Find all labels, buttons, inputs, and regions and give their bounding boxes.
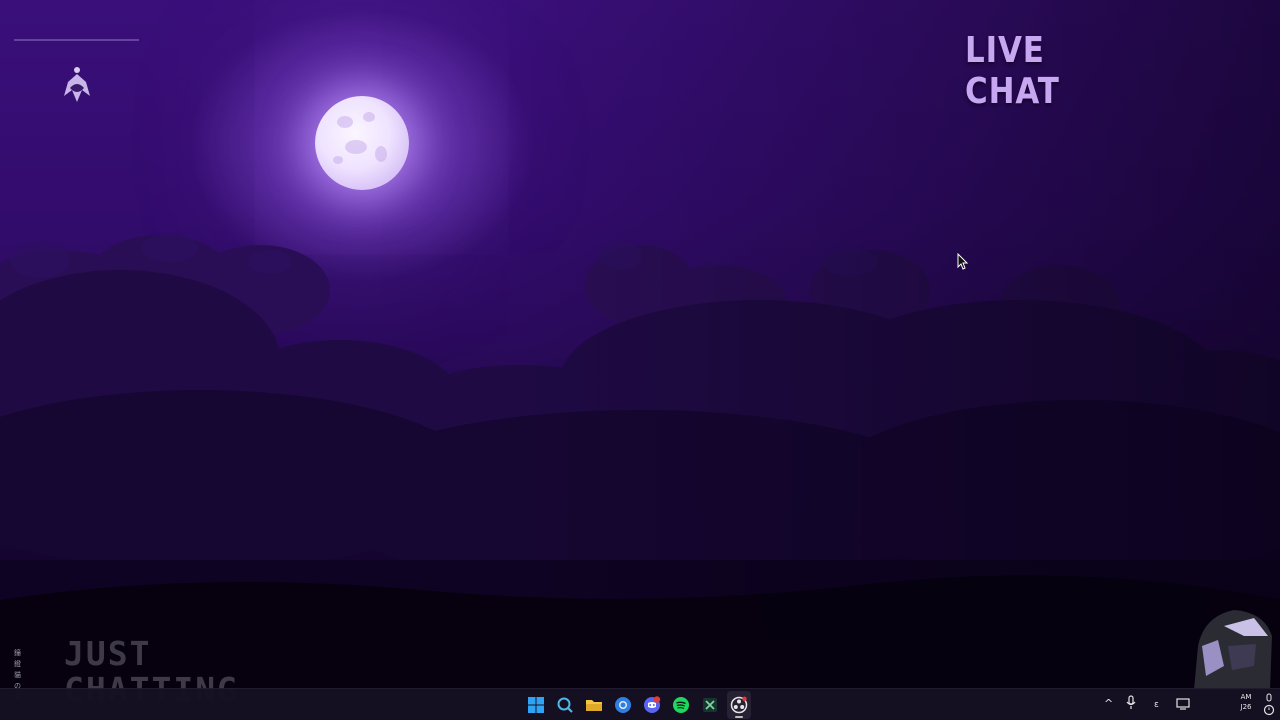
taskbar-apps — [524, 689, 751, 720]
divider — [14, 39, 139, 41]
channel-logo-icon — [56, 66, 98, 108]
tray-overflow-chevron-icon[interactable]: ^ — [1104, 697, 1113, 710]
search-icon — [557, 697, 573, 713]
scene-label-line-1: JUST — [64, 634, 152, 673]
search-button[interactable] — [553, 691, 577, 719]
glyph: 鐙 — [14, 660, 21, 668]
glyph: 貓 — [14, 671, 21, 679]
spotify-icon — [673, 697, 689, 713]
language-indicator[interactable]: ɛ — [1154, 700, 1159, 710]
microphone-icon[interactable] — [1126, 695, 1136, 714]
clock[interactable]: AM J26 — [1236, 692, 1256, 720]
obs-icon — [730, 696, 748, 714]
desktop-wallpaper — [0, 0, 1280, 688]
vignette — [0, 0, 1280, 688]
browser-button[interactable] — [611, 691, 635, 719]
spotify-button[interactable] — [669, 691, 693, 719]
streamer-avatar — [1184, 606, 1276, 690]
glyph: 鐘 — [14, 649, 21, 657]
start-button[interactable] — [524, 691, 548, 719]
live-chat-title: LIVE CHAT — [965, 30, 1060, 112]
windows-logo-icon — [528, 697, 544, 713]
mouse-cursor-icon — [957, 252, 969, 271]
excel-icon — [703, 698, 717, 712]
discord-button[interactable] — [640, 691, 664, 719]
discord-icon — [644, 696, 661, 713]
obs-button[interactable] — [727, 691, 751, 719]
taskbar: ^ ɛ AM J26 — [0, 688, 1280, 720]
excel-button[interactable] — [698, 691, 722, 719]
file-explorer-button[interactable] — [582, 691, 606, 719]
clock-date: J26 — [1240, 703, 1252, 711]
folder-icon — [586, 700, 602, 711]
browser-icon — [615, 697, 631, 713]
display-icon[interactable] — [1176, 697, 1190, 714]
clock-time: AM — [1240, 693, 1252, 701]
notification-icon[interactable] — [1262, 693, 1276, 720]
